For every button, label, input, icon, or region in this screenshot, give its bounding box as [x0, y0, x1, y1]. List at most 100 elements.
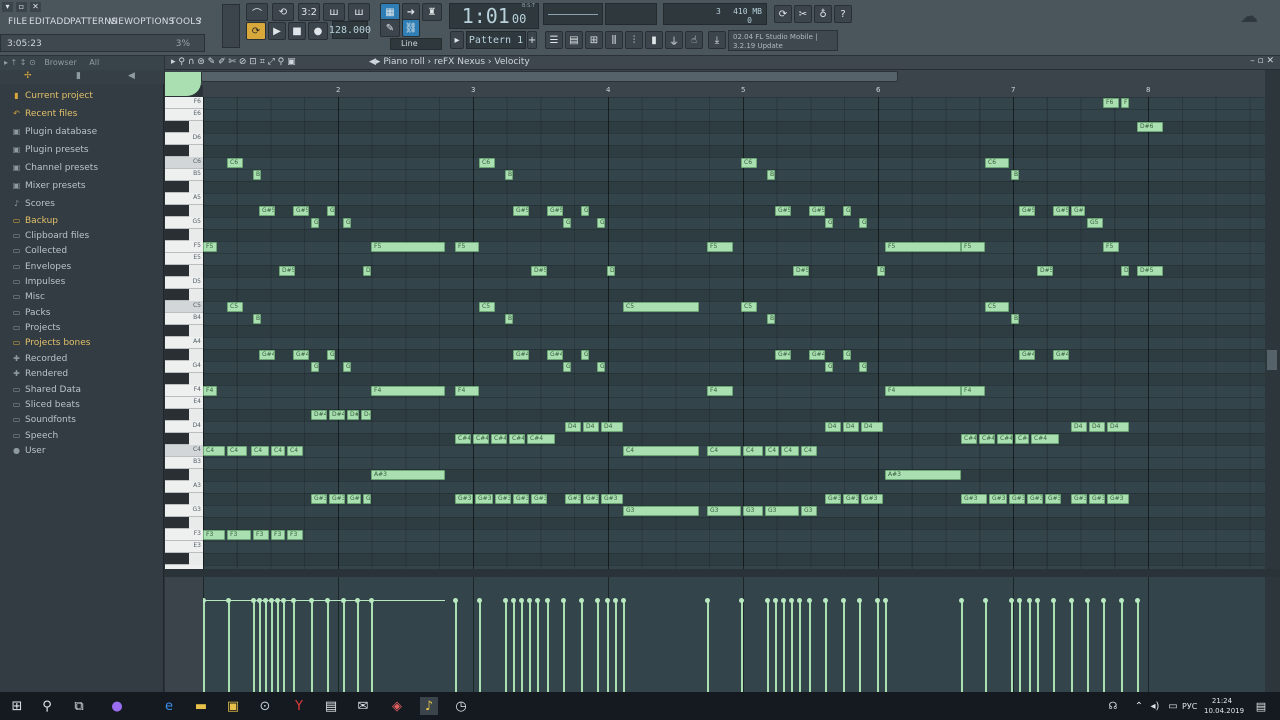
browser-item-channel-presets[interactable]: ▣ Channel presets	[12, 163, 98, 173]
browser-icon[interactable]: ▮	[645, 31, 663, 49]
horizontal-scrollbar[interactable]	[201, 71, 898, 82]
velocity-stem[interactable]	[521, 600, 523, 692]
midi-note[interactable]: B5	[505, 170, 513, 180]
piano-key-Fsharp4[interactable]	[165, 373, 189, 385]
velocity-handle[interactable]	[453, 598, 458, 603]
midi-note[interactable]: C#4	[961, 434, 977, 444]
velocity-stem[interactable]	[259, 600, 261, 692]
event-divider[interactable]	[165, 569, 1280, 577]
velocity-stem[interactable]	[775, 600, 777, 692]
midi-note[interactable]: G4	[311, 362, 319, 372]
piano-roll-tools-icon[interactable]: ▸ ⚲ ∩ ⊜ ✎ ✐ ✄ ⊘ ⊡ ⌗ ⤢ ⚲ ▣	[171, 57, 296, 67]
midi-note[interactable]: G3	[765, 506, 799, 516]
midi-note[interactable]: G#3	[583, 494, 599, 504]
piano-key-Fsharp3[interactable]	[165, 517, 189, 529]
browser-speaker-icon[interactable]: ◀	[128, 71, 135, 81]
velocity-handle[interactable]	[765, 598, 770, 603]
midi-note[interactable]: G3	[623, 506, 699, 516]
browser-item-clipboard-files[interactable]: ▭ Clipboard files	[12, 231, 90, 241]
midi-note[interactable]: D#5	[531, 266, 547, 276]
midi-note[interactable]: F3	[271, 530, 285, 540]
browser-item-shared-data[interactable]: ▭ Shared Data	[12, 385, 81, 395]
velocity-stem[interactable]	[228, 600, 230, 692]
velocity-handle[interactable]	[883, 598, 888, 603]
velocity-stem[interactable]	[859, 600, 861, 692]
midi-note[interactable]: G4	[343, 362, 351, 372]
midi-note[interactable]: F3	[287, 530, 303, 540]
note-grid[interactable]: F#6F#6F#6F#6F6F6D#6C6C6C6C6B5B5B5B5G#5G#…	[203, 97, 1265, 569]
piano-key-Dsharp3[interactable]	[165, 553, 189, 565]
velocity-stem[interactable]	[597, 600, 599, 692]
fl-studio-taskbar-icon[interactable]: ♪	[420, 697, 438, 715]
midi-note[interactable]: C#4	[527, 434, 555, 444]
midi-note[interactable]: D4	[1089, 422, 1105, 432]
velocity-stem[interactable]	[343, 600, 345, 692]
midi-note[interactable]: G#3	[347, 494, 361, 504]
play-button[interactable]: ▶	[268, 22, 286, 40]
velocity-stem[interactable]	[371, 600, 373, 692]
touch-icon[interactable]: ☝	[685, 31, 703, 49]
piano-key-A4[interactable]: A4	[165, 337, 203, 349]
midi-note[interactable]: G#3	[531, 494, 547, 504]
midi-note[interactable]: G#5	[1019, 206, 1035, 216]
velocity-handle[interactable]	[1027, 598, 1032, 603]
piano-key-D6[interactable]: D6	[165, 133, 203, 145]
store-icon[interactable]: ▣	[224, 697, 242, 715]
piano-key-Gsharp3[interactable]	[165, 493, 189, 505]
velocity-handle[interactable]	[1101, 598, 1106, 603]
velocity-handle[interactable]	[595, 598, 600, 603]
velocity-stem[interactable]	[563, 600, 565, 692]
velocity-handle[interactable]	[797, 598, 802, 603]
browser-item-recent-files[interactable]: ↶ Recent files	[12, 109, 77, 119]
velocity-handle[interactable]	[841, 598, 846, 603]
velocity-handle[interactable]	[705, 598, 710, 603]
piano-key-C4[interactable]: C4	[165, 445, 203, 457]
velocity-handle[interactable]	[519, 598, 524, 603]
velocity-handle[interactable]	[613, 598, 618, 603]
midi-note[interactable]: G#3	[513, 494, 529, 504]
midi-note[interactable]: B4	[253, 314, 261, 324]
midi-note[interactable]: C4	[203, 446, 225, 456]
midi-note[interactable]: D#4	[311, 410, 327, 420]
menu-options[interactable]: OPTIONS	[133, 17, 175, 27]
midi-note[interactable]: D#4	[329, 410, 345, 420]
notification-icon[interactable]: ▤	[1252, 697, 1270, 715]
midi-note[interactable]: G#5	[259, 206, 275, 216]
piano-roll-window-controls[interactable]: – ▫ ✕	[1250, 56, 1274, 66]
step-edit-icon[interactable]: ш	[323, 3, 345, 21]
midi-note[interactable]: G#4	[259, 350, 275, 360]
microphone-icon[interactable]: ♁	[814, 5, 832, 23]
velocity-stem[interactable]	[1037, 600, 1039, 692]
velocity-handle[interactable]	[789, 598, 794, 603]
velocity-stem[interactable]	[479, 600, 481, 692]
midi-note[interactable]: G#3	[861, 494, 883, 504]
pattern-selector[interactable]: Pattern 1	[466, 31, 526, 49]
piano-key-E3[interactable]: E3	[165, 541, 203, 553]
velocity-stem[interactable]	[843, 600, 845, 692]
velocity-stem[interactable]	[623, 600, 625, 692]
midi-note[interactable]: C4	[743, 446, 763, 456]
midi-note[interactable]: D#5	[877, 266, 885, 276]
pattern-prev-icon[interactable]: ▸	[450, 31, 464, 49]
clock-app-icon[interactable]: ◷	[452, 697, 470, 715]
midi-note[interactable]: C4	[623, 446, 699, 456]
loop-record-icon[interactable]: ⟲	[272, 3, 294, 21]
midi-note[interactable]: G#3	[601, 494, 623, 504]
velocity-stem[interactable]	[607, 600, 609, 692]
velocity-handle[interactable]	[1035, 598, 1040, 603]
velocity-stem[interactable]	[1011, 600, 1013, 692]
midi-note[interactable]: C#4	[997, 434, 1013, 444]
velocity-stem[interactable]	[253, 600, 255, 692]
midi-note[interactable]: G#5	[513, 206, 529, 216]
velocity-handle[interactable]	[773, 598, 778, 603]
browser-item-recorded[interactable]: ✚ Recorded	[12, 354, 67, 364]
velocity-stem[interactable]	[271, 600, 273, 692]
piano-key-D5[interactable]: D5	[165, 277, 203, 289]
midi-note[interactable]: G#4	[775, 350, 791, 360]
velocity-handle[interactable]	[527, 598, 532, 603]
midi-note[interactable]: D4	[565, 422, 581, 432]
piano-roll-param[interactable]: Velocity	[494, 57, 529, 67]
midi-note[interactable]: C4	[801, 446, 817, 456]
velocity-lane[interactable]	[203, 577, 1265, 692]
velocity-stem[interactable]	[1137, 600, 1139, 692]
